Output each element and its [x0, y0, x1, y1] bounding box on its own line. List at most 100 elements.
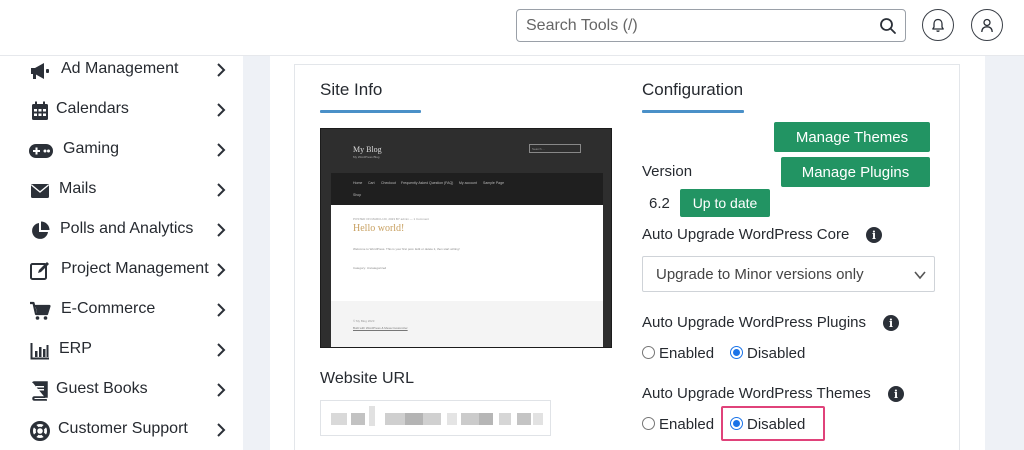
up-to-date-button[interactable]: Up to date: [680, 189, 770, 217]
version-label: Version: [642, 163, 693, 180]
preview-post-category: Category: Uncategorized: [353, 266, 387, 270]
sidebar-item-label: Ad Management: [61, 60, 179, 77]
sidebar-item-erp[interactable]: ERP: [0, 330, 243, 370]
preview-nav-item: Home: [353, 181, 363, 185]
blurred-url-segment: [461, 413, 479, 425]
blurred-url-segment: [479, 413, 493, 425]
auto-upgrade-core-label: Auto Upgrade WordPress Core: [642, 226, 850, 243]
auto-upgrade-themes-label: Auto Upgrade WordPress Themes: [642, 385, 871, 402]
chevron-right-icon: [217, 103, 226, 117]
sidebar-item-ad-management[interactable]: Ad Management: [0, 50, 243, 90]
plugins-disabled-label[interactable]: Disabled: [747, 345, 805, 362]
blurred-url-segment: [369, 406, 375, 426]
blurred-url-segment: [385, 413, 405, 425]
sidebar-item-mails[interactable]: Mails: [0, 170, 243, 210]
chevron-down-icon: [914, 271, 926, 280]
sidebar-item-label: Calendars: [56, 100, 129, 117]
blurred-url-segment: [533, 413, 543, 425]
chevron-right-icon: [217, 343, 226, 357]
bar-chart-icon: [29, 341, 51, 361]
sidebar-item-label: ERP: [59, 340, 92, 357]
sidebar-item-project-management[interactable]: Project Management: [0, 250, 243, 290]
themes-enabled-radio[interactable]: [642, 417, 655, 430]
sidebar-item-label: Customer Support: [58, 420, 188, 437]
sidebar-item-polls-and-analytics[interactable]: Polls and Analytics: [0, 210, 243, 250]
edit-icon: [29, 261, 51, 281]
highlight-box: [721, 406, 825, 441]
sidebar-item-gaming[interactable]: Gaming: [0, 130, 243, 170]
cart-icon: [29, 301, 51, 321]
configuration-underline: [642, 110, 744, 113]
top-bar: [0, 0, 1024, 56]
chevron-right-icon: [217, 223, 226, 237]
search-input[interactable]: [517, 10, 877, 41]
preview-post-body: Welcome to WordPress. This is your first…: [353, 247, 460, 251]
auto-upgrade-core-selected: Upgrade to Minor versions only: [656, 266, 864, 283]
sidebar-item-customer-support[interactable]: Customer Support: [0, 410, 243, 450]
preview-post-title: Hello world!: [353, 223, 405, 234]
preview-blog-title: My Blog: [353, 145, 382, 154]
blurred-url-segment: [447, 413, 457, 425]
blurred-url-segment: [351, 413, 365, 425]
chevron-right-icon: [217, 263, 226, 277]
plugins-disabled-radio[interactable]: [730, 346, 743, 359]
preview-nav-item: Shop: [353, 193, 362, 197]
chevron-right-icon: [217, 143, 226, 157]
info-icon[interactable]: i: [883, 315, 899, 331]
preview-search: Search ...: [529, 144, 581, 153]
preview-nav-item: Checkout: [381, 181, 396, 185]
preview-nav-item: Cart: [368, 181, 375, 185]
chevron-right-icon: [217, 423, 226, 437]
preview-footer: © My Blog 2023 Built with WordPress & Me…: [331, 301, 603, 347]
auto-upgrade-plugins-label: Auto Upgrade WordPress Plugins: [642, 314, 867, 331]
chevron-right-icon: [217, 303, 226, 317]
sidebar-item-label: Project Management: [61, 260, 209, 277]
sidebar-item-label: Polls and Analytics: [60, 220, 194, 237]
plugins-enabled-radio[interactable]: [642, 346, 655, 359]
sidebar-item-guest-books[interactable]: Guest Books: [0, 370, 243, 410]
search-icon[interactable]: [879, 17, 897, 35]
sidebar-item-e-commerce[interactable]: E-Commerce: [0, 290, 243, 330]
pie-chart-icon: [29, 221, 51, 241]
sidebar-item-label: Guest Books: [56, 380, 148, 397]
blurred-url-segment: [423, 413, 441, 425]
user-icon: [981, 18, 993, 32]
website-url-field[interactable]: [320, 400, 551, 436]
envelope-icon: [29, 181, 51, 201]
themes-enabled-label[interactable]: Enabled: [659, 416, 714, 433]
preview-tagline: My WordPress Blog: [353, 155, 380, 159]
calendar-icon: [29, 101, 51, 121]
auto-upgrade-core-select[interactable]: Upgrade to Minor versions only: [642, 256, 935, 292]
preview-nav: Home Cart Checkout Frequently Asked Ques…: [331, 173, 603, 205]
plugins-enabled-label[interactable]: Enabled: [659, 345, 714, 362]
version-value: 6.2: [649, 195, 670, 212]
sidebar-item-label: Mails: [59, 180, 97, 197]
info-icon[interactable]: i: [866, 227, 882, 243]
search-box[interactable]: [516, 9, 906, 42]
preview-post: POSTED ON MARCH 20, 2023 BY admin — 1 Co…: [331, 205, 603, 301]
preview-nav-item: Sample Page: [483, 181, 505, 185]
chevron-right-icon: [217, 383, 226, 397]
notifications-button[interactable]: [922, 9, 954, 41]
site-info-underline: [320, 110, 421, 113]
book-icon: [29, 381, 51, 401]
blurred-url-segment: [499, 413, 511, 425]
sidebar-item-label: Gaming: [63, 140, 120, 157]
megaphone-icon: [29, 61, 51, 81]
user-account-button[interactable]: [971, 9, 1003, 41]
manage-themes-button[interactable]: Manage Themes: [774, 122, 930, 152]
manage-plugins-button[interactable]: Manage Plugins: [781, 157, 930, 187]
blurred-url-segment: [517, 413, 531, 425]
info-icon[interactable]: i: [888, 386, 904, 402]
preview-nav-item: My account: [459, 181, 477, 185]
sidebar-item-calendars[interactable]: Calendars: [0, 90, 243, 130]
website-url-label: Website URL: [320, 370, 414, 387]
preview-post-meta: POSTED ON MARCH 20, 2023 BY admin — 1 Co…: [353, 217, 429, 221]
chevron-right-icon: [217, 183, 226, 197]
blurred-url-segment: [331, 413, 347, 425]
preview-footer-link: Built with WordPress & Mesa Customizer: [353, 326, 408, 330]
bell-icon: [932, 18, 944, 32]
sidebar-item-label: E-Commerce: [61, 300, 156, 317]
preview-footer-copyright: © My Blog 2023: [353, 319, 375, 323]
site-preview-thumbnail[interactable]: My Blog My WordPress Blog Search ... Hom…: [320, 128, 612, 348]
